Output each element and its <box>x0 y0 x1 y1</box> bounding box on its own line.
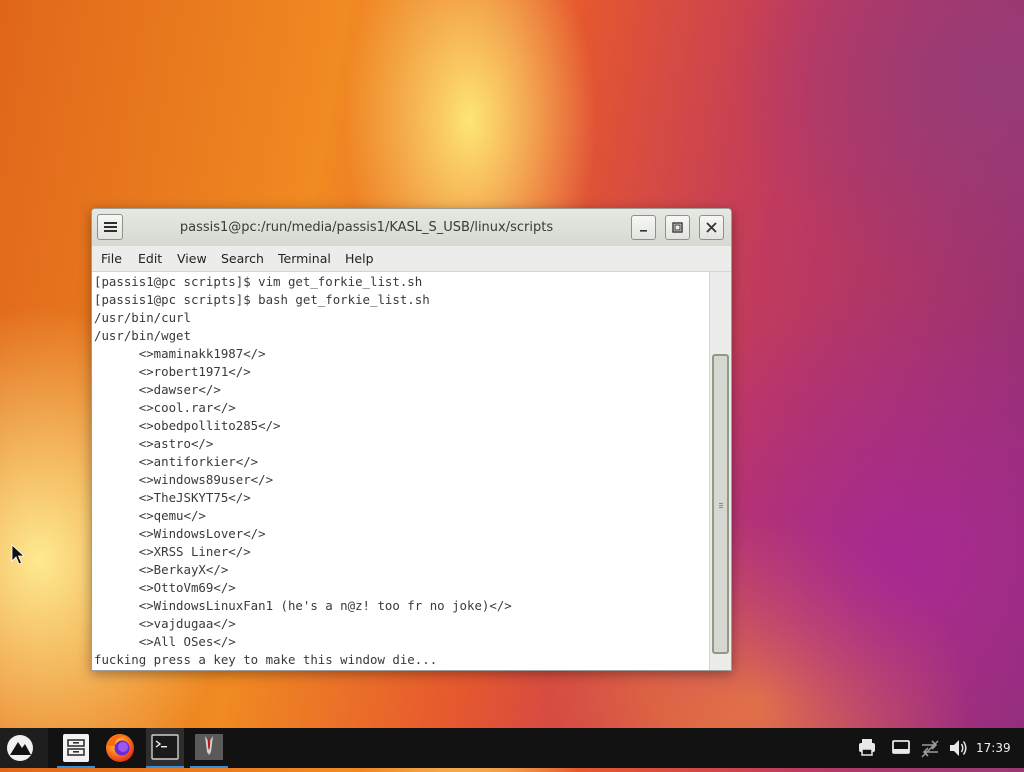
hamburger-icon-line <box>104 230 117 232</box>
grip-line <box>719 505 723 506</box>
taskbar: 17:39 <box>0 728 1024 768</box>
display-icon[interactable] <box>890 728 912 768</box>
menu-terminal[interactable]: Terminal <box>278 246 331 271</box>
terminal-output[interactable]: [passis1@pc scripts]$ vim get_forkie_lis… <box>92 272 709 670</box>
terminal-line: <>antiforkier</> <box>94 454 259 469</box>
terminal-line: <>robert1971</> <box>94 364 251 379</box>
terminal-line: <>qemu</> <box>94 508 206 523</box>
close-icon <box>706 222 717 233</box>
terminal-line: <>WindowsLinuxFan1 (he's a n@z! too fr n… <box>94 598 512 613</box>
terminal-line: <>All OSes</> <box>94 634 236 649</box>
window-menu-button[interactable] <box>97 214 123 240</box>
terminal-task-button[interactable] <box>146 728 184 768</box>
maximize-button[interactable] <box>665 215 690 240</box>
maximize-icon <box>672 222 683 233</box>
terminal-line: /usr/bin/curl <box>94 310 191 325</box>
vm-app-icon <box>195 734 223 760</box>
vm-task-button[interactable] <box>190 728 228 768</box>
vertical-scrollbar[interactable] <box>709 272 731 670</box>
terminal-line: <>OttoVm69</> <box>94 580 236 595</box>
firefox-button[interactable] <box>101 728 139 768</box>
menu-edit[interactable]: Edit <box>138 246 162 271</box>
menu-view[interactable]: View <box>177 246 207 271</box>
terminal-line: <>TheJSKYT75</> <box>94 490 251 505</box>
start-menu-icon <box>7 735 33 761</box>
menu-file[interactable]: File <box>101 246 122 271</box>
terminal-line: <>astro</> <box>94 436 214 451</box>
taskbar-clock[interactable]: 17:39 <box>976 728 1011 768</box>
minimize-button[interactable] <box>631 215 656 240</box>
hamburger-icon-line <box>104 226 117 228</box>
grip-line <box>719 507 723 508</box>
file-manager-icon <box>63 734 89 762</box>
grip-line <box>719 503 723 504</box>
menu-help[interactable]: Help <box>345 246 374 271</box>
terminal-line: /usr/bin/wget <box>94 328 191 343</box>
firefox-icon <box>106 734 134 762</box>
minimize-icon <box>640 230 647 232</box>
terminal-line: <>XRSS Liner</> <box>94 544 251 559</box>
terminal-line: <>dawser</> <box>94 382 221 397</box>
terminal-line: <>WindowsLover</> <box>94 526 266 541</box>
close-button[interactable] <box>699 215 724 240</box>
menu-search[interactable]: Search <box>221 246 264 271</box>
terminal-line: fucking press a key to make this window … <box>94 652 438 667</box>
hamburger-icon <box>104 222 117 224</box>
terminal-line: <>maminakk1987</> <box>94 346 266 361</box>
mouse-cursor-icon <box>11 544 25 565</box>
menu-bar: File Edit View Search Terminal Help <box>92 246 731 272</box>
start-menu-button[interactable] <box>0 728 48 768</box>
terminal-app-icon <box>151 734 179 760</box>
terminal-line: <>cool.rar</> <box>94 400 236 415</box>
scrollbar-thumb[interactable] <box>712 354 729 654</box>
volume-icon[interactable] <box>947 728 969 768</box>
terminal-line: <>BerkayX</> <box>94 562 229 577</box>
terminal-line: <>vajdugaa</> <box>94 616 236 631</box>
file-manager-button[interactable] <box>57 728 95 768</box>
terminal-window[interactable]: passis1@pc:/run/media/passis1/KASL_S_USB… <box>91 208 732 671</box>
terminal-line: [passis1@pc scripts]$ vim get_forkie_lis… <box>94 274 423 289</box>
window-title: passis1@pc:/run/media/passis1/KASL_S_USB… <box>179 220 554 235</box>
window-titlebar[interactable]: passis1@pc:/run/media/passis1/KASL_S_USB… <box>92 209 731 247</box>
terminal-line: <>windows89user</> <box>94 472 274 487</box>
terminal-line: [passis1@pc scripts]$ bash get_forkie_li… <box>94 292 430 307</box>
terminal-line: <>obedpollito285</> <box>94 418 281 433</box>
printer-icon[interactable] <box>856 728 878 768</box>
network-icon[interactable] <box>918 728 942 768</box>
